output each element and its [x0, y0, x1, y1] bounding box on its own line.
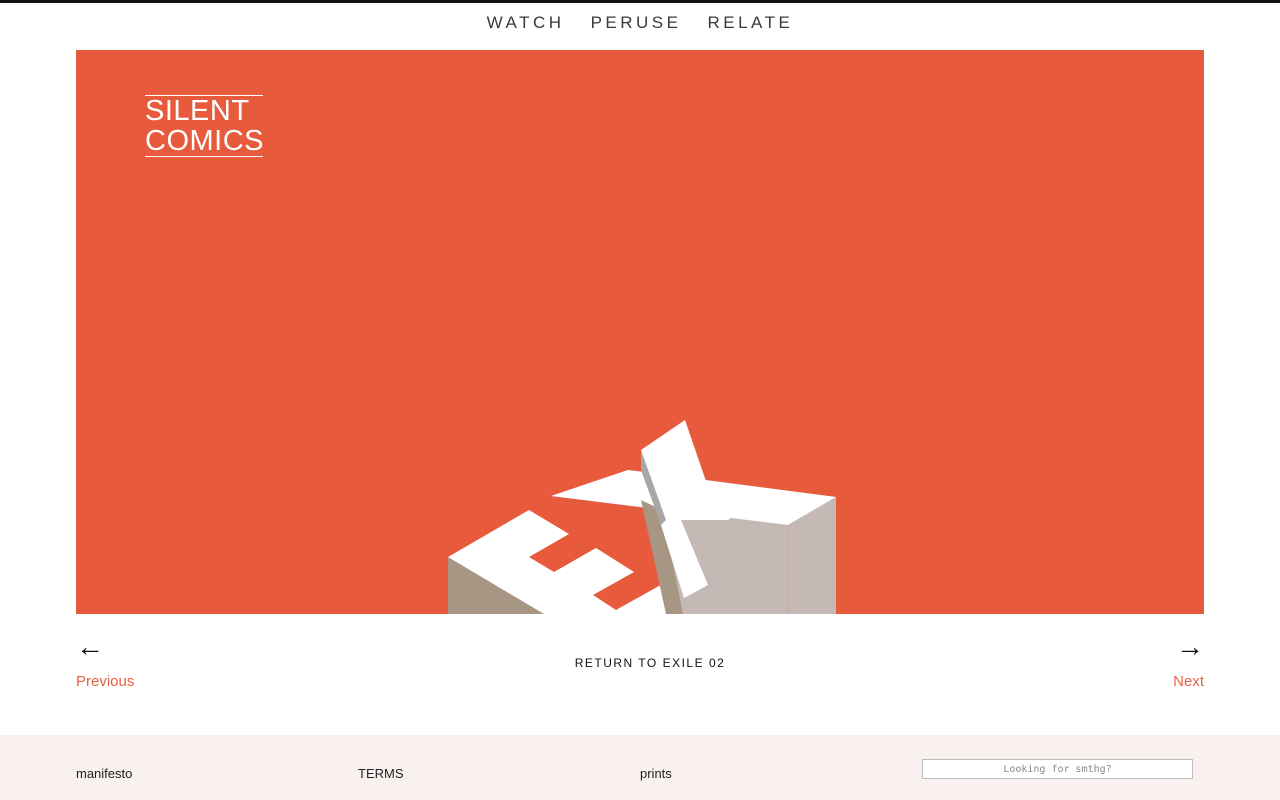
footer-link-terms[interactable]: TERMS — [358, 766, 404, 781]
comic-panel: SILENT COMICS — [76, 50, 1204, 614]
return-link[interactable]: RETURN TO EXILE 02 — [76, 656, 1224, 670]
logo-line-2: COMICS — [145, 125, 264, 157]
footer-link-manifesto[interactable]: manifesto — [76, 766, 132, 781]
nav-watch[interactable]: WATCH — [487, 10, 565, 40]
main-nav: WATCH PERUSE RELATE — [0, 10, 1280, 40]
silent-comics-logo[interactable]: SILENT COMICS — [145, 95, 265, 157]
footer-link-prints[interactable]: prints — [640, 766, 672, 781]
top-border — [0, 0, 1280, 3]
nav-peruse[interactable]: PERUSE — [591, 10, 682, 40]
search-input[interactable] — [922, 759, 1193, 779]
next-arrow-icon[interactable]: → — [1176, 630, 1204, 664]
previous-link[interactable]: Previous — [76, 673, 134, 690]
footer: manifesto TERMS prints — [0, 735, 1280, 800]
next-link[interactable]: Next — [1173, 673, 1204, 690]
nav-relate[interactable]: RELATE — [707, 10, 793, 40]
logo-line-1: SILENT — [145, 95, 250, 127]
comic-pager: ← Previous RETURN TO EXILE 02 → Next — [76, 630, 1204, 700]
